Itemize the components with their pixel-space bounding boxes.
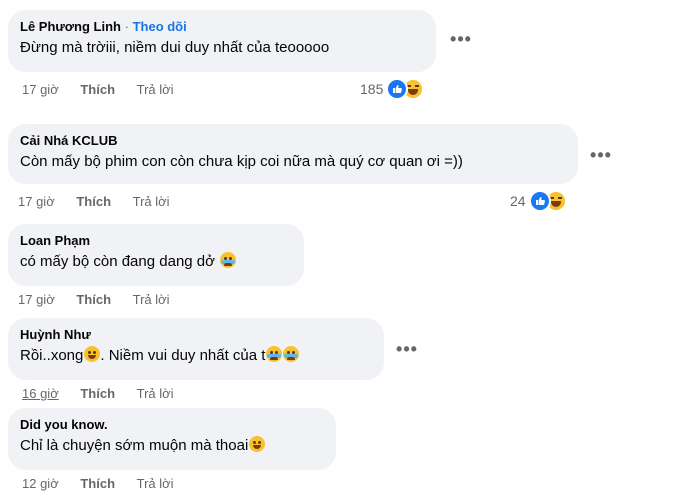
like-icon	[528, 190, 551, 212]
comment-author[interactable]: Did you know.	[20, 416, 324, 433]
reply-button[interactable]: Trả lời	[133, 194, 170, 209]
reaction-count: 24	[510, 193, 526, 209]
reaction-count: 185	[360, 81, 384, 97]
comment-author[interactable]: Huỳnh Như	[20, 326, 372, 343]
more-options-icon[interactable]: •••	[446, 24, 476, 54]
comment-text-row: Chỉ là chuyện sớm muộn mà thoai	[20, 436, 324, 456]
follow-button[interactable]: Theo dõi	[133, 19, 187, 34]
reply-button[interactable]: Trả lời	[137, 386, 174, 401]
comment-text: Còn mấy bộ phim con còn chưa kịp coi nữa…	[20, 153, 463, 170]
like-button[interactable]: Thích	[80, 82, 115, 97]
comment-text-row: có mấy bộ còn đang dang dở	[20, 252, 292, 272]
comment-timestamp[interactable]: 17 giờ	[18, 292, 55, 307]
comment-bubble: Cải Nhá KCLUB Còn mấy bộ phim con còn ch…	[8, 124, 578, 184]
more-options-icon[interactable]: •••	[586, 140, 616, 170]
rolling-laughing-icon	[249, 436, 266, 452]
comment-timestamp[interactable]: 12 giờ	[22, 476, 59, 491]
reaction-summary[interactable]: 185	[360, 78, 425, 100]
crying-face-icon	[220, 252, 237, 268]
reaction-summary[interactable]: 24	[510, 190, 567, 212]
comment-actions: 17 giờ Thích Trả lời	[18, 292, 170, 308]
like-button[interactable]: Thích	[80, 386, 115, 401]
comment-author-row: Lê Phương Linh · Theo dõi	[20, 18, 424, 35]
crying-face-icon	[283, 346, 300, 362]
comment-bubble: Lê Phương Linh · Theo dõi Đừng mà trờiii…	[8, 10, 436, 72]
comment-text-row: Rồi..xong . Niềm vui duy nhất của t	[20, 346, 372, 366]
like-button[interactable]: Thích	[76, 194, 111, 209]
comment-text: Chỉ là chuyện sớm muộn mà thoai	[20, 437, 249, 454]
comment-bubble: Did you know. Chỉ là chuyện sớm muộn mà …	[8, 408, 336, 470]
comment-timestamp[interactable]: 17 giờ	[22, 82, 59, 97]
comment-text: Đừng mà trờiii, niềm dui duy nhất của te…	[20, 39, 330, 56]
comment-bubble: Huỳnh Như Rồi..xong . Niềm vui duy nhất c…	[8, 318, 384, 380]
comment-actions: 17 giờ Thích Trả lời	[18, 194, 170, 210]
comment-text: có mấy bộ còn đang dang dở	[20, 253, 215, 270]
comment-text-part: . Niềm vui duy nhất của t	[100, 347, 266, 364]
comment-author[interactable]: Lê Phương Linh	[20, 19, 121, 34]
follow-separator: ·	[124, 19, 129, 34]
reply-button[interactable]: Trả lời	[137, 82, 174, 97]
comment-actions: 12 giờ Thích Trả lời	[22, 476, 174, 492]
comment-text-part: Rồi..xong	[20, 347, 84, 364]
comment-author[interactable]: Loan Phạm	[20, 232, 292, 249]
more-options-icon[interactable]: •••	[392, 334, 422, 364]
thumbs-up-glyph	[535, 197, 545, 205]
crying-face-icon	[266, 346, 283, 362]
sleepy-face-icon	[84, 346, 101, 362]
like-button[interactable]: Thích	[80, 476, 115, 491]
comment-actions: 17 giờ Thích Trả lời	[22, 82, 174, 98]
like-button[interactable]: Thích	[76, 292, 111, 307]
comment-timestamp[interactable]: 17 giờ	[18, 194, 55, 209]
reply-button[interactable]: Trả lời	[137, 476, 174, 491]
thumbs-up-glyph	[393, 85, 403, 93]
comment-timestamp[interactable]: 16 giờ	[22, 386, 59, 401]
comment-bubble: Loan Phạm có mấy bộ còn đang dang dở	[8, 224, 304, 286]
reply-button[interactable]: Trả lời	[133, 292, 170, 307]
comment-actions: 16 giờ Thích Trả lời	[22, 386, 174, 402]
comment-author[interactable]: Cải Nhá KCLUB	[20, 132, 566, 149]
